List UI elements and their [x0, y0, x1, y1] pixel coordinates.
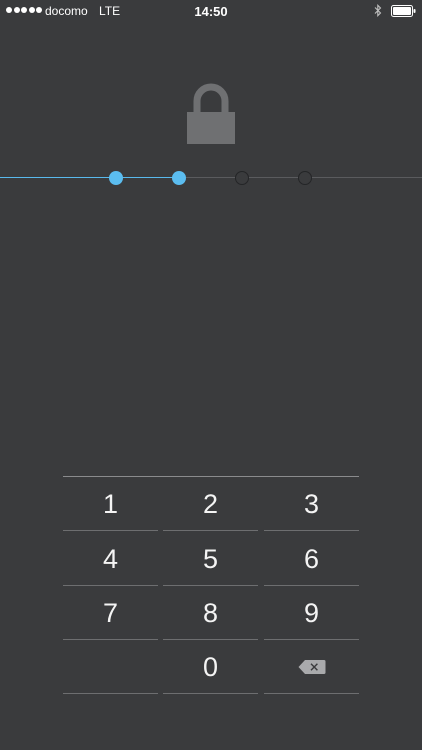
key-5[interactable]: 5	[163, 532, 258, 586]
key-8[interactable]: 8	[163, 586, 258, 640]
backspace-icon	[298, 660, 325, 674]
pin-dot-empty	[235, 171, 249, 185]
key-3[interactable]: 3	[264, 477, 359, 531]
passcode-progress	[0, 168, 422, 188]
key-2[interactable]: 2	[163, 477, 258, 531]
key-6[interactable]: 6	[264, 532, 359, 586]
status-bar: docomo LTE 14:50	[0, 0, 422, 22]
pin-dot-filled	[172, 171, 186, 185]
status-time: 14:50	[194, 4, 228, 19]
pin-dot-filled	[109, 171, 123, 185]
key-4[interactable]: 4	[63, 532, 158, 586]
padlock-icon	[187, 83, 235, 144]
pin-dot-empty	[298, 171, 312, 185]
battery-icon	[391, 5, 416, 17]
key-9[interactable]: 9	[264, 586, 359, 640]
numeric-keypad: 1 2 3 4 5 6 7 8 9 0	[0, 476, 422, 696]
delete-button[interactable]	[264, 640, 359, 694]
key-7[interactable]: 7	[63, 586, 158, 640]
passcode-lock-screen: docomo LTE 14:50 1 2 3 4 5 6 7 8 9 0	[0, 0, 422, 750]
key-0[interactable]: 0	[163, 640, 258, 694]
bluetooth-icon	[374, 4, 382, 17]
key-1[interactable]: 1	[63, 477, 158, 531]
key-blank	[63, 640, 158, 694]
progress-line-filled	[0, 177, 179, 178]
